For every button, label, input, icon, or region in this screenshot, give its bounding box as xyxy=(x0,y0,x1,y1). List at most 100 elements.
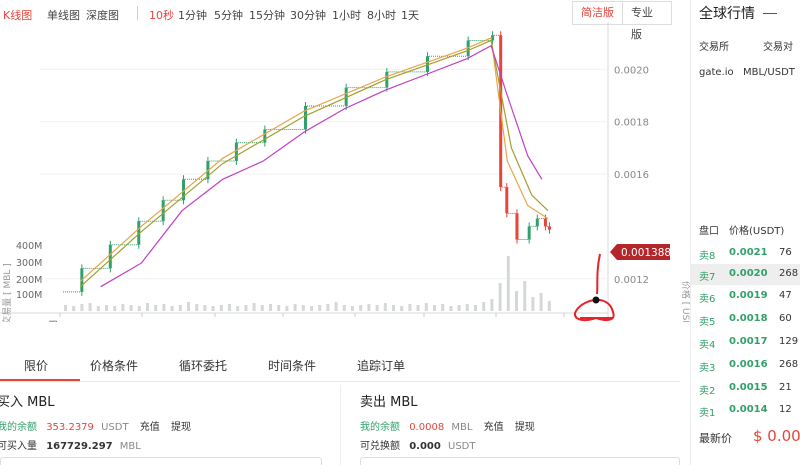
collapse-icon[interactable] xyxy=(763,13,777,14)
tab-price-condition[interactable]: 价格条件 xyxy=(90,357,138,374)
interval-8h[interactable]: 8小时 xyxy=(367,7,396,23)
volume-axis-label: 交易量 [ MBL ] xyxy=(1,263,13,322)
interval-5m[interactable]: 5分钟 xyxy=(214,7,243,23)
candle-body xyxy=(161,200,165,222)
interval-15m[interactable]: 15分钟 xyxy=(249,7,285,23)
sell-balance-label: 我的余额 xyxy=(360,422,400,433)
tab-kline[interactable]: K线图 xyxy=(3,7,32,23)
tab-limit[interactable]: 限价 xyxy=(24,357,48,374)
buy-deposit-link[interactable]: 充值 xyxy=(140,422,160,433)
orderbook-row[interactable]: 卖2 0.0015 21 xyxy=(691,378,800,399)
orderbook-row[interactable]: 卖6 0.0019 47 xyxy=(691,286,800,307)
volume-axis: 400M 300M 200M 100M xyxy=(16,241,42,301)
candle-body xyxy=(515,213,519,240)
interval-1d[interactable]: 1天 xyxy=(401,7,419,23)
price-tick-label: 0.0016 xyxy=(614,170,649,181)
volume-bar xyxy=(154,305,158,311)
volume-bar xyxy=(342,305,346,311)
ob-price: 0.0014 xyxy=(729,404,768,415)
ob-amount: 21 xyxy=(779,382,792,393)
ob-amount: 268 xyxy=(779,268,799,279)
interval-1m[interactable]: 1分钟 xyxy=(178,7,207,23)
sell-balance-row: 我的余额 0.0008 MBL 充值 提现 xyxy=(360,418,535,433)
price-tick-label: 0.0018 xyxy=(614,118,649,129)
ob-price: 0.0020 xyxy=(729,268,768,279)
time-tick-label: 12:10 xyxy=(203,321,232,322)
sell-available-label: 可兑换额 xyxy=(360,441,400,452)
volume-bar xyxy=(301,305,305,311)
volume-bar xyxy=(96,306,100,311)
volume-bar xyxy=(195,304,199,311)
time-tick-label: 12:35 xyxy=(552,321,581,322)
exchange-name[interactable]: gate.io xyxy=(699,67,734,78)
interval-1h[interactable]: 1小时 xyxy=(332,7,361,23)
volume-bar xyxy=(334,302,338,311)
time-tick-label: 12:20 xyxy=(343,321,372,322)
last-price-value: $ 0.00 xyxy=(753,427,800,445)
volume-bar xyxy=(367,304,371,311)
volume-tick-label: 200M xyxy=(16,275,42,286)
orderbook-row[interactable]: 卖1 0.0014 12 xyxy=(691,400,800,421)
volume-bar xyxy=(260,305,264,311)
tab-depth[interactable]: 深度图 xyxy=(86,7,119,23)
ob-amount: 60 xyxy=(779,313,792,324)
price-chart[interactable]: 0.0020 0.0018 0.0016 0.0012 400M 300M 200M 100… xyxy=(0,22,690,322)
ob-side: 卖3 xyxy=(699,363,716,374)
orderbook-row[interactable]: 卖4 0.0017 129 xyxy=(691,332,800,353)
candle-body xyxy=(263,129,267,143)
sell-title: 卖出 MBL xyxy=(360,395,418,410)
ob-price: 0.0019 xyxy=(729,290,768,301)
panel-divider xyxy=(340,385,341,465)
volume-bar xyxy=(178,305,182,311)
sell-price-input[interactable] xyxy=(360,457,680,465)
orderbook-row[interactable]: 卖5 0.0018 60 xyxy=(691,309,800,330)
ma-line xyxy=(79,39,549,288)
active-tab-underline xyxy=(0,379,80,381)
sell-withdraw-link[interactable]: 提现 xyxy=(515,422,535,433)
tab-loop-order[interactable]: 循环委托 xyxy=(179,357,227,374)
buy-balance-value: 353.2379 xyxy=(46,422,94,433)
moving-averages xyxy=(79,37,549,288)
volume-bar xyxy=(498,283,502,311)
buy-available-row: 可买入量 167729.297 MBL xyxy=(0,437,141,452)
volume-bar xyxy=(539,293,543,311)
tab-trailing-order[interactable]: 追踪订单 xyxy=(357,357,405,374)
interval-30m[interactable]: 30分钟 xyxy=(290,7,326,23)
order-type-tabs: 限价 价格条件 循环委托 时间条件 追踪订单 xyxy=(0,347,680,382)
buy-price-input[interactable] xyxy=(0,457,322,465)
ob-side: 卖2 xyxy=(699,386,716,397)
ob-amount: 129 xyxy=(779,336,799,347)
tab-time-condition[interactable]: 时间条件 xyxy=(268,357,316,374)
ob-amount: 268 xyxy=(779,359,799,370)
ob-side: 卖5 xyxy=(699,317,716,328)
tab-line[interactable]: 单线图 xyxy=(47,7,80,23)
time-tick-label: 12:25 xyxy=(412,321,441,322)
orderbook-row[interactable]: 卖7 0.0020 268 xyxy=(691,264,800,285)
orderbook-row[interactable]: 卖3 0.0016 268 xyxy=(691,355,800,376)
volume-bar xyxy=(137,306,141,311)
interval-10s[interactable]: 10秒 xyxy=(149,7,174,23)
volume-bar xyxy=(80,304,84,311)
volume-bar xyxy=(277,305,281,311)
orderbook-row[interactable]: 卖8 0.0021 76 xyxy=(691,243,800,264)
buy-available-label: 可买入量 xyxy=(0,441,37,452)
volume-bar xyxy=(351,306,354,311)
volume-tick-label: 100M xyxy=(16,290,42,301)
volume-bar xyxy=(441,304,445,311)
candles xyxy=(63,31,551,296)
ob-price: 0.0016 xyxy=(729,359,768,370)
buy-title: 买入 MBL xyxy=(0,395,55,410)
ma-line xyxy=(100,44,543,288)
volume-bar xyxy=(121,304,125,311)
pair-name[interactable]: MBL/USDT xyxy=(743,67,795,78)
buy-withdraw-link[interactable]: 提现 xyxy=(171,422,191,433)
sell-deposit-link[interactable]: 充值 xyxy=(484,422,504,433)
volume-bar xyxy=(531,297,535,311)
candle-body xyxy=(108,244,112,269)
candle-body xyxy=(535,218,539,227)
volume-bar xyxy=(310,306,313,311)
volume-bar xyxy=(400,306,404,311)
volume-bar xyxy=(375,305,379,311)
ob-amount: 47 xyxy=(779,290,792,301)
volume-bar xyxy=(515,291,518,311)
